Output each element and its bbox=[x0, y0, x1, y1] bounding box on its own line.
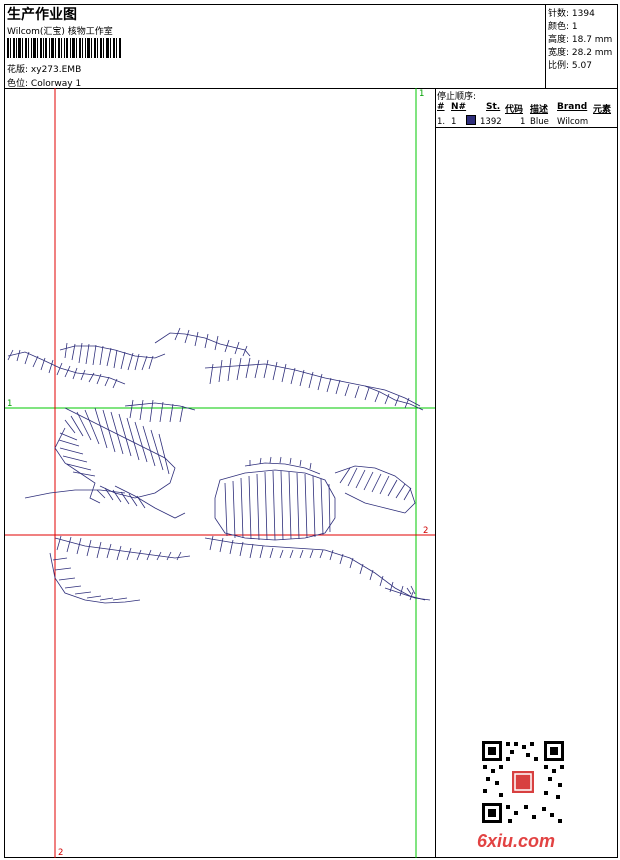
guide-label-right-red: 2 bbox=[423, 526, 428, 536]
color-count: 颜色: 1 bbox=[548, 22, 578, 32]
row-brand: Wilcom bbox=[557, 117, 589, 127]
row-code: 1 bbox=[520, 117, 526, 127]
stitch-design bbox=[7, 327, 431, 604]
pattern-label: 花版: bbox=[7, 65, 29, 75]
col-header-brand: Brand bbox=[557, 102, 588, 112]
qr-code bbox=[480, 739, 566, 825]
stop-sequence-title: 停止顺序: bbox=[437, 92, 477, 102]
stats-divider bbox=[545, 4, 546, 88]
scale-ratio: 比例: 5.07 bbox=[548, 61, 592, 71]
row-desc: Blue bbox=[530, 117, 549, 127]
guide-label-left-green: 1 bbox=[7, 399, 12, 409]
col-header-index: # bbox=[437, 102, 445, 112]
embroidery-canvas: 1 1 2 2 bbox=[5, 88, 435, 858]
col-header-desc: 描述 bbox=[530, 105, 549, 115]
col-header-needle: N# bbox=[451, 102, 467, 112]
pattern-value: xy273.EMB bbox=[30, 65, 82, 75]
barcode bbox=[7, 38, 121, 58]
thread-color-swatch bbox=[466, 115, 476, 125]
row-index: 1. bbox=[437, 117, 446, 127]
site-watermark: 6xiu.com bbox=[477, 831, 556, 851]
pattern-row: 花版: xy273.EMB bbox=[7, 62, 81, 75]
table-divider bbox=[435, 127, 618, 128]
stitch-count: 针数: 1394 bbox=[548, 9, 595, 19]
guide-label-top-green: 1 bbox=[419, 89, 424, 99]
row-needle: 1 bbox=[451, 117, 457, 127]
row-stitches: 1392 bbox=[480, 117, 502, 127]
design-width: 宽度: 28.2 mm bbox=[548, 48, 613, 58]
company-name: Wilcom(汇宝) 核物工作室 bbox=[7, 27, 113, 37]
guide-label-bottom-red: 2 bbox=[58, 848, 63, 858]
col-header-stitches: St. bbox=[486, 102, 501, 112]
design-height: 高度: 18.7 mm bbox=[548, 35, 613, 45]
sidebar-divider bbox=[435, 88, 436, 858]
page-title: 生产作业图 bbox=[7, 7, 77, 23]
col-header-code: 代码 bbox=[505, 105, 524, 115]
col-header-element: 元素 bbox=[593, 105, 612, 115]
